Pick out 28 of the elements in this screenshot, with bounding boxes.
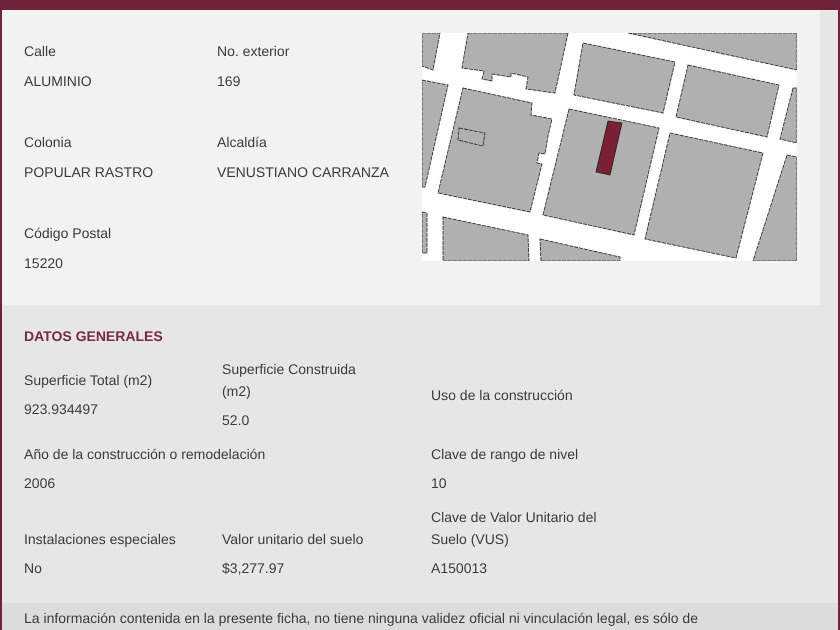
field-label: Clave de rango de nivel [431, 445, 578, 464]
disclaimer-text: La información contenida en la presente ficha, no tiene ninguna validez oficial ni vinculación legal, es sólo de [24, 609, 698, 628]
field-value: VENUSTIANO CARRANZA [217, 163, 389, 182]
field-value: 2006 [24, 474, 56, 493]
field-label: Valor unitario del suelo [222, 530, 364, 549]
field-label: Instalaciones especiales [24, 530, 176, 549]
field-value: POPULAR RASTRO [24, 163, 154, 182]
field-value: 10 [431, 474, 447, 493]
field-value: 52.0 [222, 411, 250, 430]
field-label: Código Postal [24, 224, 112, 243]
field-value: 169 [217, 72, 240, 91]
field-label: Superficie Construida (m2) [222, 360, 357, 401]
field-label: Clave de Valor Unitario del Suelo (VUS) [431, 508, 598, 549]
field-label: Colonia [24, 133, 72, 152]
field-label: No. exterior [217, 42, 290, 61]
field-value: $3,277.97 [222, 559, 284, 578]
field-value: ALUMINIO [24, 72, 92, 91]
field-value: A150013 [431, 559, 488, 578]
field-label: Uso de la construcción [431, 386, 573, 404]
field-value: 923.934497 [24, 400, 98, 419]
field-value: No [24, 559, 42, 578]
field-value: 15220 [24, 254, 63, 273]
field-label: Año de la construcción o remodelación [24, 445, 266, 464]
property-lot [596, 120, 622, 176]
field-label: Superficie Total (m2) [24, 371, 152, 390]
field-label: Calle [24, 42, 56, 61]
field-label: Alcaldía [217, 133, 267, 152]
section-title: DATOS GENERALES [24, 327, 163, 346]
